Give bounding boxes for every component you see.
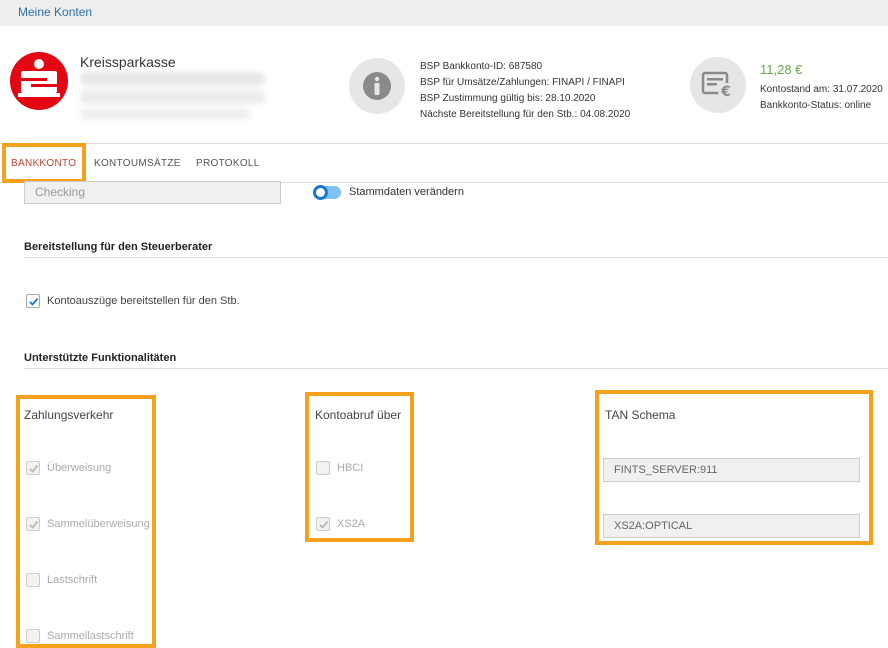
balance-amount: 11,28 € (760, 62, 803, 77)
highlight-frame-tab (2, 143, 86, 183)
redacted-account-details (80, 108, 250, 120)
toggle-knob (313, 185, 328, 200)
money-icon: € (690, 57, 746, 113)
top-bar: Meine Konten (0, 0, 888, 26)
highlight-frame-retrieval (305, 392, 414, 542)
bank-logo (10, 52, 68, 110)
divider (24, 257, 888, 258)
info-line-next-provision: Nächste Bereitstellung für den Stb.: 04.… (420, 109, 631, 120)
info-line-provider: BSP für Umsätze/Zahlungen: FINAPI / FINA… (420, 77, 625, 88)
info-icon (349, 58, 405, 114)
info-line-consent: BSP Zustimmung gültig bis: 28.10.2020 (420, 93, 596, 104)
tab-kontoumsaetze[interactable]: KONTOUMSÄTZE (94, 158, 181, 169)
provision-checkbox-label: Kontoauszüge bereitstellen für den Stb. (47, 295, 240, 307)
balance-date: Kontostand am: 31.07.2020 (760, 84, 883, 95)
svg-text:€: € (720, 84, 731, 100)
bank-name: Kreissparkasse (80, 54, 176, 70)
tab-protokoll[interactable]: PROTOKOLL (196, 158, 260, 169)
balance-details: Kontostand am: 31.07.2020 Bankkonto-Stat… (760, 82, 883, 114)
account-info: BSP Bankkonto-ID: 687580 BSP für Umsätze… (420, 59, 630, 123)
highlight-frame-payments (16, 395, 156, 648)
redacted-account-details (80, 90, 265, 104)
account-type-field[interactable]: Checking (24, 181, 281, 204)
section-title-provision: Bereitstellung für den Steuerberater (24, 241, 213, 253)
info-line-account-id: BSP Bankkonto-ID: 687580 (420, 61, 543, 72)
stammdaten-toggle-label: Stammdaten verändern (349, 186, 464, 198)
stammdaten-toggle[interactable] (313, 185, 341, 200)
section-title-features: Unterstützte Funktionalitäten (24, 352, 177, 364)
highlight-frame-tan (595, 390, 873, 545)
account-status: Bankkonto-Status: online (760, 100, 872, 111)
tab-bar: BANKKONTO KONTOUMSÄTZE PROTOKOLL (0, 143, 888, 183)
breadcrumb-link-meine-konten[interactable]: Meine Konten (18, 5, 92, 19)
provision-checkbox[interactable] (26, 294, 40, 308)
divider (24, 368, 888, 369)
checkmark-icon (28, 297, 38, 306)
redacted-account-details (80, 72, 265, 86)
